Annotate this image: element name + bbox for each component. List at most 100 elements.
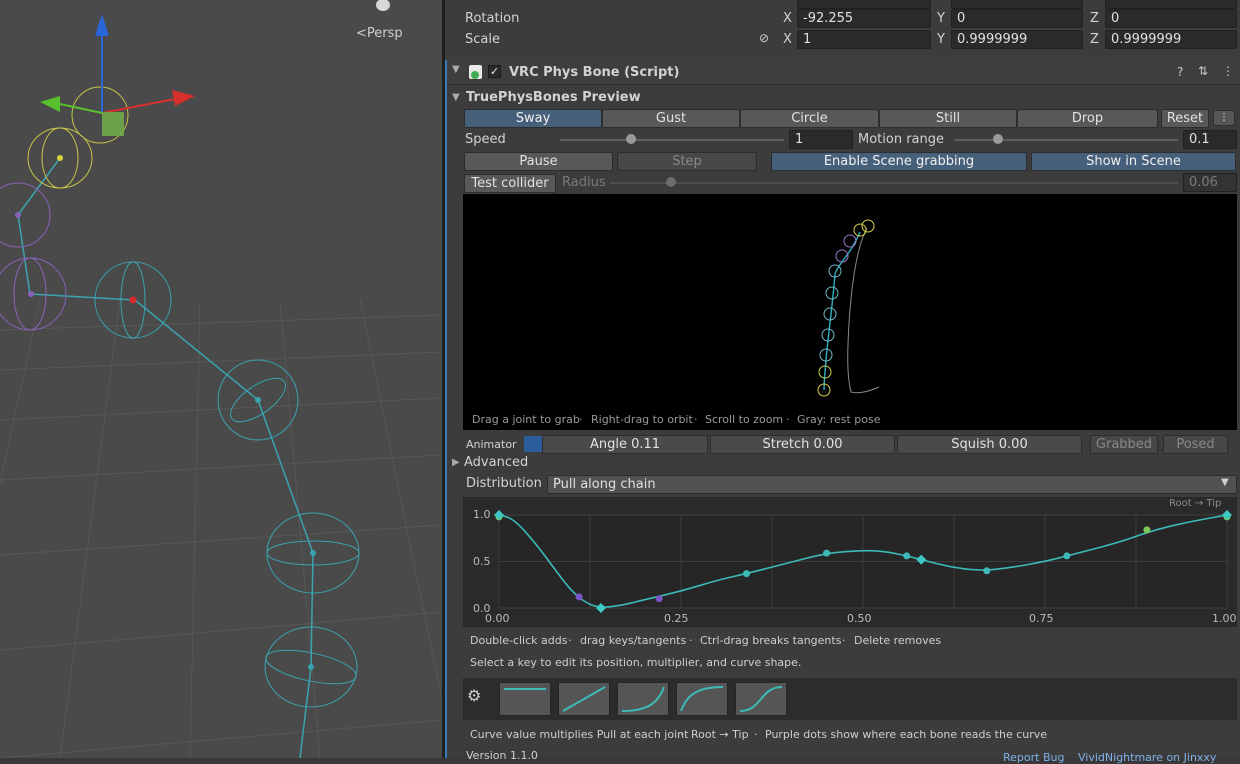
curve-sample-point-7 bbox=[1063, 552, 1071, 560]
rotation-x-label[interactable]: X bbox=[783, 11, 792, 26]
motion-range-slider-track[interactable] bbox=[954, 139, 1178, 141]
show-in-scene-button[interactable]: Show in Scene bbox=[1031, 152, 1236, 171]
help-sep-2: · bbox=[689, 634, 693, 647]
joint-spheres bbox=[0, 86, 360, 708]
curve-editor[interactable]: Root → Tip 1.0 0.5 0.0 0.00 0.25 0.50 0.… bbox=[463, 497, 1237, 627]
curve-sample-point-5 bbox=[903, 552, 911, 560]
curve-sample-point-2 bbox=[655, 595, 663, 603]
speed-field[interactable]: 1 bbox=[789, 130, 853, 149]
scene-canvas[interactable] bbox=[0, 0, 442, 758]
advanced-foldout-label[interactable]: Advanced bbox=[464, 455, 528, 470]
speed-slider-track[interactable] bbox=[560, 139, 784, 141]
scale-y-label[interactable]: Y bbox=[937, 32, 945, 47]
help-ctrl-drag: Ctrl-drag breaks tangents bbox=[700, 634, 842, 647]
rotation-y-field[interactable]: 0 bbox=[951, 9, 1083, 28]
speed-slider-knob[interactable] bbox=[626, 134, 636, 144]
footer-curve-multiplies: Curve value multiplies Pull at each join… bbox=[470, 728, 689, 741]
mode-sway-button[interactable]: Sway bbox=[464, 109, 602, 128]
more-options-icon[interactable]: ⋮ bbox=[1213, 110, 1235, 126]
preset-icon[interactable]: ⇅ bbox=[1198, 64, 1208, 78]
position-y-field[interactable] bbox=[951, 0, 1083, 9]
preset-ease-out-button[interactable] bbox=[676, 682, 728, 716]
preset-ease-in-out-button[interactable] bbox=[735, 682, 787, 716]
test-collider-button[interactable]: Test collider bbox=[464, 174, 556, 193]
script-icon bbox=[469, 65, 482, 79]
rotation-x-field[interactable]: -92.255 bbox=[797, 9, 931, 28]
persp-icon: < bbox=[356, 26, 367, 41]
animator-meter bbox=[524, 436, 542, 452]
preview-hint-sep-1: · bbox=[579, 413, 583, 426]
reset-button[interactable]: Reset bbox=[1161, 109, 1209, 128]
transform-gizmo[interactable] bbox=[40, 14, 195, 136]
gizmo-y-arrow[interactable] bbox=[95, 14, 109, 36]
help-sep-1: · bbox=[568, 634, 572, 647]
gizmo-x-arrow[interactable] bbox=[172, 90, 195, 106]
gear-icon[interactable]: ⚙ bbox=[467, 686, 481, 705]
enable-scene-grabbing-button[interactable]: Enable Scene grabbing bbox=[771, 152, 1027, 171]
kebab-icon[interactable]: ⋮ bbox=[1222, 64, 1234, 78]
mode-gust-button[interactable]: Gust bbox=[602, 109, 740, 128]
scale-y-field[interactable]: 0.9999999 bbox=[951, 30, 1083, 49]
radius-field[interactable]: 0.06 bbox=[1183, 173, 1237, 192]
scale-label: Scale bbox=[465, 32, 500, 47]
preset-linear-button[interactable] bbox=[558, 682, 610, 716]
grabbed-badge: Grabbed bbox=[1090, 435, 1158, 454]
foldout-arrow-icon[interactable]: ▼ bbox=[452, 64, 460, 75]
step-button[interactable]: Step bbox=[617, 152, 757, 171]
curve-canvas[interactable] bbox=[463, 497, 1237, 627]
animator-label: Animator bbox=[466, 438, 517, 451]
version-label: Version 1.1.0 bbox=[466, 749, 538, 762]
preset-ease-in-button[interactable] bbox=[617, 682, 669, 716]
posed-badge: Posed bbox=[1163, 435, 1228, 454]
pause-button[interactable]: Pause bbox=[464, 152, 613, 171]
scale-z-field[interactable]: 0.9999999 bbox=[1105, 30, 1237, 49]
help-icon[interactable]: ? bbox=[1177, 65, 1183, 79]
scene-grid bbox=[0, 299, 442, 758]
rotation-z-label[interactable]: Z bbox=[1090, 11, 1099, 26]
component-title: VRC Phys Bone (Script) bbox=[509, 65, 680, 80]
projection-toggle[interactable]: <Persp bbox=[356, 26, 403, 41]
rotation-label: Rotation bbox=[465, 11, 520, 26]
radius-slider-track[interactable] bbox=[610, 182, 1178, 184]
mode-drop-button[interactable]: Drop bbox=[1017, 109, 1158, 128]
curve-sample-point-3 bbox=[743, 570, 751, 578]
advanced-foldout-icon[interactable]: ▶ bbox=[452, 457, 460, 468]
link-icon[interactable]: ⊘ bbox=[759, 31, 769, 45]
preview-canvas[interactable] bbox=[463, 194, 1237, 430]
motion-range-field[interactable]: 0.1 bbox=[1183, 130, 1237, 149]
rest-pose-chain bbox=[847, 227, 880, 394]
orientation-gizmo[interactable] bbox=[376, 0, 390, 11]
angle-readout: Angle 0.11 bbox=[542, 435, 708, 454]
footer-sep-2: · bbox=[754, 728, 758, 741]
gizmo-z-arrow[interactable] bbox=[40, 96, 60, 112]
scale-x-label[interactable]: X bbox=[783, 32, 792, 47]
distribution-dropdown[interactable]: Pull along chain bbox=[547, 475, 1237, 494]
preview-foldout-icon[interactable]: ▼ bbox=[452, 92, 460, 103]
preview-hint-rest: Gray: rest pose bbox=[797, 413, 881, 426]
x-tick-0: 0.00 bbox=[485, 612, 510, 625]
preset-flat-button[interactable] bbox=[499, 682, 551, 716]
scene-view[interactable]: <Persp bbox=[0, 0, 442, 758]
scale-x-field[interactable]: 1 bbox=[797, 30, 931, 49]
preview-section-title: TruePhysBones Preview bbox=[466, 90, 641, 105]
position-x-field[interactable] bbox=[797, 0, 931, 9]
mode-circle-button[interactable]: Circle bbox=[740, 109, 879, 128]
gizmo-plane-handle[interactable] bbox=[102, 112, 124, 136]
curve-presets: ⚙ bbox=[463, 678, 1237, 720]
scale-z-label[interactable]: Z bbox=[1090, 32, 1099, 47]
component-enabled-checkbox[interactable]: ✓ bbox=[488, 65, 501, 78]
x-tick-0-75: 0.75 bbox=[1029, 612, 1054, 625]
physics-preview-viewport[interactable]: Drag a joint to grab · Right-drag to orb… bbox=[463, 194, 1237, 430]
stretch-readout: Stretch 0.00 bbox=[710, 435, 895, 454]
footer-sep-1: · bbox=[680, 728, 684, 741]
motion-range-slider-knob[interactable] bbox=[993, 134, 1003, 144]
rotation-z-field[interactable]: 0 bbox=[1105, 9, 1237, 28]
curve-sample-point-1 bbox=[575, 593, 583, 601]
bone-chain bbox=[17, 157, 314, 758]
rotation-y-label[interactable]: Y bbox=[937, 11, 945, 26]
radius-slider-knob[interactable] bbox=[666, 177, 676, 187]
position-z-field[interactable] bbox=[1105, 0, 1237, 9]
triangle-down-icon[interactable]: ▼ bbox=[1221, 477, 1229, 488]
mode-still-button[interactable]: Still bbox=[879, 109, 1017, 128]
curve-direction-label: Root → Tip bbox=[1169, 498, 1222, 509]
